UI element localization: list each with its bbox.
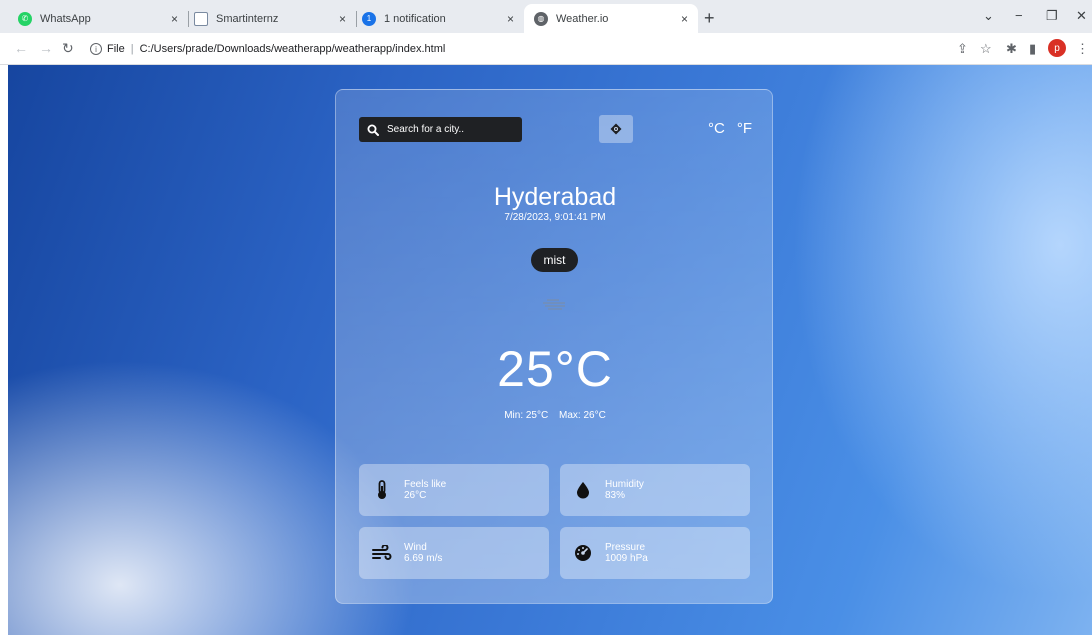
date-time: 7/28/2023, 9:01:41 PM xyxy=(504,212,606,223)
unit-toggle: °C °F xyxy=(708,120,752,137)
current-temperature: 25°C xyxy=(497,341,613,397)
location-button[interactable] xyxy=(599,115,633,143)
tab-label: Weather.io xyxy=(556,12,609,25)
notification-icon: 1 xyxy=(362,11,376,26)
globe-icon: ◍ xyxy=(534,11,548,26)
back-icon[interactable]: ← xyxy=(14,40,28,56)
tab-close-icon[interactable]: × xyxy=(507,12,514,26)
profile-avatar[interactable]: p xyxy=(1048,39,1066,57)
wind-value: 6.69 m/s xyxy=(404,553,443,564)
gauge-icon xyxy=(572,542,594,564)
wind-label: Wind xyxy=(404,542,427,553)
tab-notification[interactable]: 1 1 notification × xyxy=(352,4,524,33)
humidity-card: Humidity 83% xyxy=(560,464,750,516)
feels-like-card: Feels like 26°C xyxy=(359,464,549,516)
wind-icon xyxy=(371,542,393,564)
extensions-icon[interactable]: ✱ xyxy=(1006,41,1017,57)
address-divider: | xyxy=(130,43,134,55)
minimize-icon[interactable]: − xyxy=(1015,8,1023,23)
tab-search-icon[interactable]: ⌄ xyxy=(983,8,994,24)
weather-description: mist xyxy=(531,248,578,272)
new-tab-button[interactable]: + xyxy=(704,8,715,29)
min-temperature: Min: 25°C xyxy=(504,410,549,421)
wind-card: Wind 6.69 m/s xyxy=(359,527,549,579)
tab-close-icon[interactable]: × xyxy=(171,12,178,26)
humidity-label: Humidity xyxy=(605,479,644,490)
weather-card: °C °F Hyderabad 7/28/2023, 9:01:41 PM mi… xyxy=(335,89,773,604)
bookmark-star-icon[interactable]: ☆ xyxy=(980,41,992,57)
address-scheme: File xyxy=(107,43,125,55)
side-panel-icon[interactable]: ▮ xyxy=(1029,41,1036,57)
menu-icon[interactable]: ⋮ xyxy=(1076,41,1089,57)
tab-label: 1 notification xyxy=(384,12,446,25)
browser-toolbar: ← → ↻ i File | C:/Users/prade/Downloads/… xyxy=(0,33,1092,65)
share-icon[interactable]: ⇪ xyxy=(957,41,968,57)
smartinternz-icon xyxy=(194,11,208,26)
fahrenheit-button[interactable]: °F xyxy=(737,120,752,137)
max-temperature: Max: 26°C xyxy=(559,410,606,421)
restore-icon[interactable]: ❐ xyxy=(1046,8,1058,24)
tab-close-icon[interactable]: × xyxy=(339,12,346,26)
search-box[interactable] xyxy=(359,117,522,142)
tab-smartinternz[interactable]: Smartinternz × xyxy=(184,4,356,33)
page-background: °C °F Hyderabad 7/28/2023, 9:01:41 PM mi… xyxy=(0,65,1092,635)
search-input[interactable] xyxy=(387,124,517,135)
address-bar[interactable]: i File | C:/Users/prade/Downloads/weathe… xyxy=(90,39,445,59)
reload-icon[interactable]: ↻ xyxy=(62,40,74,57)
droplet-icon xyxy=(572,479,594,501)
forward-icon[interactable]: → xyxy=(39,40,53,56)
pressure-card: Pressure 1009 hPa xyxy=(560,527,750,579)
tab-whatsapp[interactable]: ✆ WhatsApp × xyxy=(8,4,188,33)
tab-weather[interactable]: ◍ Weather.io × xyxy=(524,4,698,33)
info-icon[interactable]: i xyxy=(90,43,102,55)
tab-label: Smartinternz xyxy=(216,12,279,25)
mist-icon xyxy=(543,299,565,310)
locate-icon xyxy=(610,123,622,135)
feels-like-label: Feels like xyxy=(404,479,447,490)
pressure-label: Pressure xyxy=(605,542,646,553)
close-window-icon[interactable]: ✕ xyxy=(1076,8,1087,24)
tab-label: WhatsApp xyxy=(40,12,91,25)
address-path: C:/Users/prade/Downloads/weatherapp/weat… xyxy=(139,43,446,55)
thermometer-icon xyxy=(371,479,393,501)
page-edge xyxy=(0,65,8,635)
search-icon xyxy=(367,124,379,136)
whatsapp-icon: ✆ xyxy=(18,11,32,26)
pressure-value: 1009 hPa xyxy=(605,553,648,564)
tab-strip: ✆ WhatsApp × Smartinternz × 1 1 notifica… xyxy=(0,0,1092,33)
tab-close-icon[interactable]: × xyxy=(681,12,688,26)
feels-like-value: 26°C xyxy=(404,490,427,501)
celsius-button[interactable]: °C xyxy=(708,120,725,137)
city-name: Hyderabad xyxy=(493,183,617,211)
min-max-temperature: Min: 25°C Max: 26°C xyxy=(336,410,774,421)
humidity-value: 83% xyxy=(605,490,626,501)
